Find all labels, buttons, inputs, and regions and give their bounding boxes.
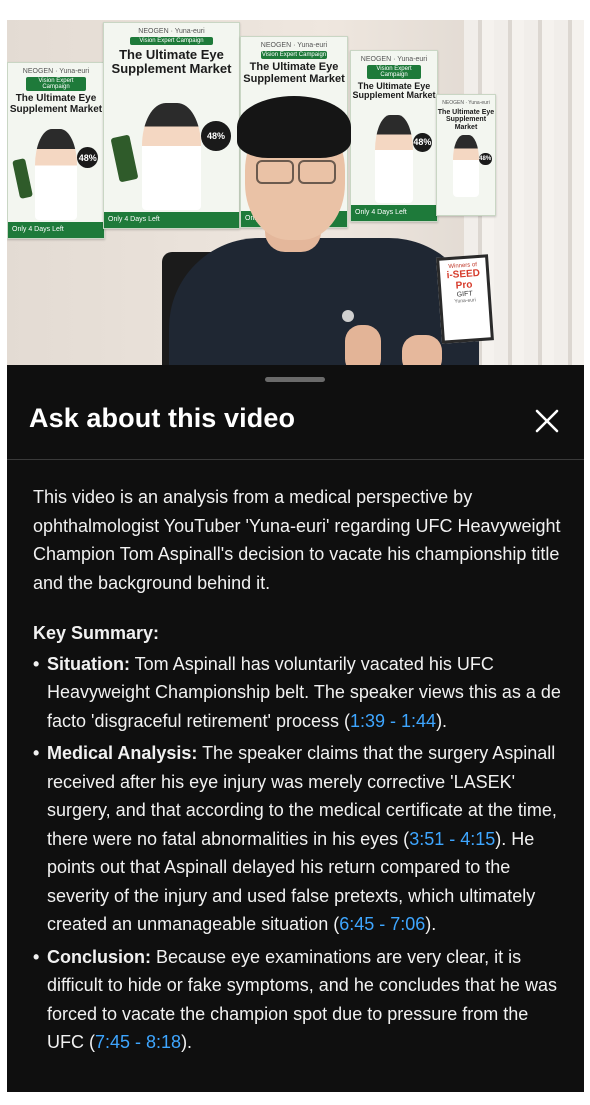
bottle-image bbox=[11, 158, 33, 199]
timestamp-link[interactable]: 1:39 - 1:44 bbox=[350, 711, 436, 731]
glasses bbox=[256, 160, 336, 184]
app-frame: NEOGEN · Yuna-euri Vision Expert Campaig… bbox=[7, 20, 584, 1092]
poster: NEOGEN · Yuna-euri Vision Expert Campaig… bbox=[103, 22, 240, 229]
list-item: • Medical Analysis: The speaker claims t… bbox=[33, 739, 563, 939]
poster: NEOGEN · Yuna-euri The Ultimate Eye Supp… bbox=[436, 94, 496, 216]
timestamp-link[interactable]: 3:51 - 4:15 bbox=[409, 829, 495, 849]
poster-tag: Vision Expert Campaign bbox=[261, 51, 327, 59]
point-label: Medical Analysis: bbox=[47, 743, 198, 763]
poster-brand: NEOGEN · Yuna-euri bbox=[442, 100, 490, 106]
poster-brand: NEOGEN · Yuna-euri bbox=[138, 28, 205, 35]
point-text: ). bbox=[425, 914, 437, 934]
poster: NEOGEN · Yuna-euri Vision Expert Campaig… bbox=[7, 62, 105, 239]
bottle-image bbox=[110, 134, 139, 183]
close-icon bbox=[535, 409, 559, 433]
poster-headline: The Ultimate Eye Supplement Market bbox=[243, 61, 345, 85]
gift-sign: Winners of i-SEED Pro GIFT Yuna-euri bbox=[436, 254, 494, 344]
timestamp-link[interactable]: 6:45 - 7:06 bbox=[339, 914, 425, 934]
close-button[interactable] bbox=[533, 407, 561, 435]
poster-footer: Only 4 Days Left bbox=[104, 212, 239, 228]
poster-discount: 48% bbox=[478, 152, 492, 166]
panel-title: Ask about this video bbox=[29, 403, 296, 433]
poster-discount: 48% bbox=[77, 147, 99, 169]
poster-footer: Only 4 Days Left bbox=[351, 205, 437, 221]
point-text: ). bbox=[436, 710, 448, 731]
poster-headline: The Ultimate Eye Supplement Market bbox=[437, 109, 495, 131]
speaker-hand bbox=[402, 335, 442, 365]
poster-tag: Vision Expert Campaign bbox=[367, 65, 421, 79]
lapel-mic bbox=[342, 310, 354, 322]
summary-list: • Situation: Tom Aspinall has voluntaril… bbox=[33, 650, 563, 1057]
poster-brand: NEOGEN · Yuna-euri bbox=[22, 68, 90, 75]
poster-brand: NEOGEN · Yuna-euri bbox=[260, 42, 328, 49]
point-label: Conclusion: bbox=[47, 946, 151, 967]
video-player[interactable]: NEOGEN · Yuna-euri Vision Expert Campaig… bbox=[7, 20, 584, 365]
point-label: Situation: bbox=[47, 653, 130, 674]
drag-handle[interactable] bbox=[265, 377, 325, 382]
list-item: • Situation: Tom Aspinall has voluntaril… bbox=[33, 650, 563, 736]
poster-headline: The Ultimate Eye Supplement Market bbox=[111, 47, 232, 76]
poster-discount: 48% bbox=[201, 121, 231, 152]
poster-headline: The Ultimate Eye Supplement Market bbox=[352, 81, 436, 101]
ask-panel: Ask about this video This video is an an… bbox=[7, 365, 584, 1092]
timestamp-link[interactable]: 7:45 - 8:18 bbox=[95, 1032, 181, 1052]
poster-discount: 48% bbox=[412, 132, 432, 152]
poster-footer: Only 4 Days Left bbox=[8, 222, 104, 238]
answer-content: This video is an analysis from a medical… bbox=[33, 483, 563, 1061]
poster-brand: NEOGEN · Yuna-euri bbox=[360, 56, 428, 63]
speaker-hand bbox=[345, 325, 381, 365]
divider bbox=[7, 459, 584, 460]
point-text: ). bbox=[181, 1032, 193, 1052]
summary-heading: Key Summary: bbox=[33, 623, 160, 643]
poster: NEOGEN · Yuna-euri Vision Expert Campaig… bbox=[350, 50, 438, 222]
speaker-hair bbox=[237, 96, 351, 158]
doctor-image bbox=[141, 103, 202, 210]
poster-headline: The Ultimate Eye Supplement Market bbox=[9, 93, 103, 115]
bullet: • bbox=[33, 743, 40, 763]
bullet: • bbox=[33, 946, 40, 967]
bullet: • bbox=[33, 653, 40, 674]
poster-tag: Vision Expert Campaign bbox=[129, 37, 214, 45]
intro-text: This video is an analysis from a medical… bbox=[33, 487, 561, 593]
doctor-image bbox=[34, 129, 78, 220]
list-item: • Conclusion: Because eye examinations a… bbox=[33, 943, 563, 1057]
poster-tag: Vision Expert Campaign bbox=[26, 77, 86, 91]
doctor-image bbox=[453, 134, 479, 197]
doctor-image bbox=[375, 114, 413, 203]
